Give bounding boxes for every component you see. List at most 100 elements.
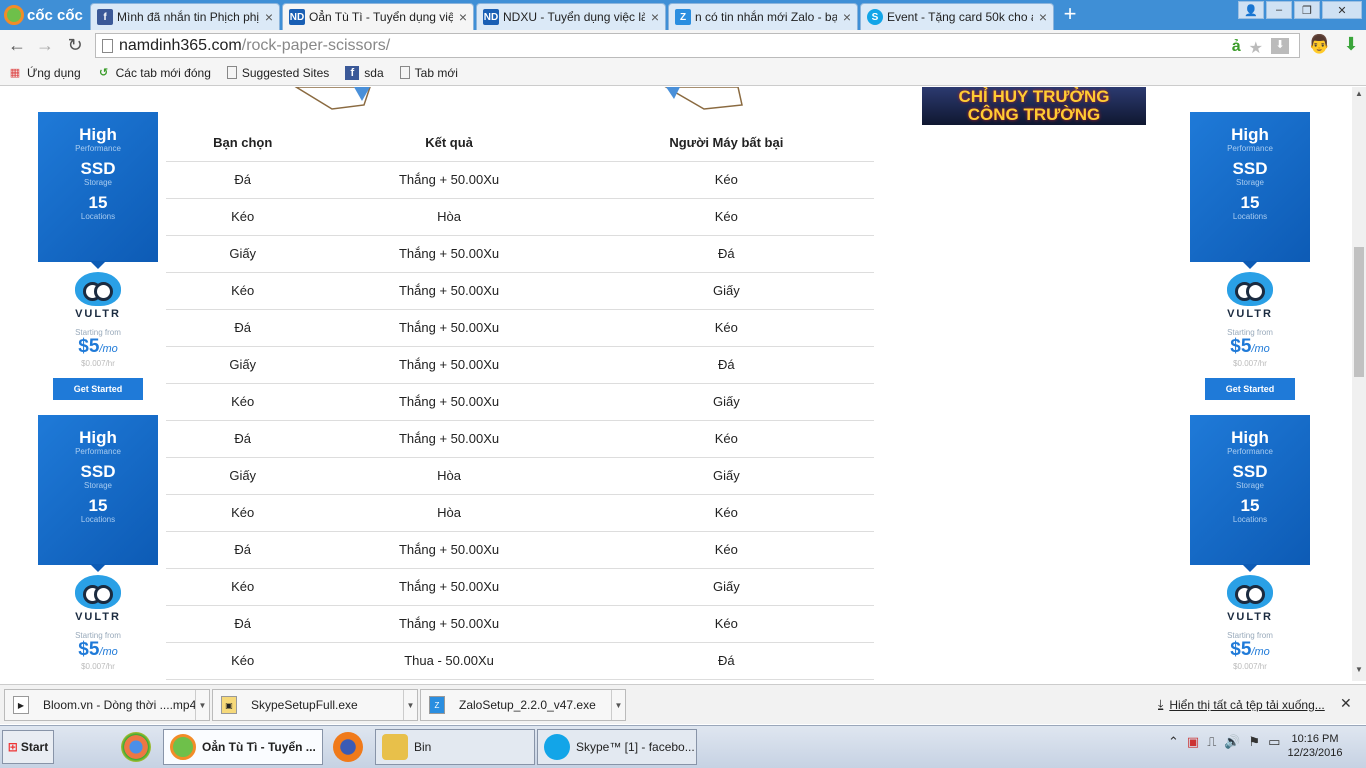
- start-button[interactable]: ⊞ Start: [2, 730, 54, 764]
- translate-icon[interactable]: ả: [1232, 38, 1241, 58]
- show-hidden-icons-icon[interactable]: ⌃: [1168, 734, 1179, 750]
- close-icon[interactable]: ×: [651, 9, 659, 25]
- antivirus-icon[interactable]: ▣: [1187, 734, 1199, 750]
- show-all-downloads-link[interactable]: ⤓ Hiển thị tất cả tệp tải xuống...: [1158, 697, 1325, 712]
- ad-price: $5: [78, 336, 100, 357]
- scroll-thumb[interactable]: [1354, 247, 1364, 377]
- chevron-down-icon[interactable]: ▼: [611, 690, 625, 720]
- download-page-icon[interactable]: ⬇: [1271, 38, 1289, 54]
- cell-result: Thua - 50.00Xu: [319, 642, 579, 680]
- page-icon: [226, 66, 237, 79]
- tab-facebook[interactable]: f Mình đã nhắn tin Phịch phịch ×: [90, 3, 280, 30]
- address-input[interactable]: namdinh365.com/rock-paper-scissors/ ả ★ …: [95, 33, 1300, 58]
- vultr-ad-left-1[interactable]: High Performance SSD Storage 15 Location…: [38, 112, 158, 415]
- ad-ssd: SSD: [1232, 159, 1268, 178]
- ad-locations: Locations: [80, 212, 116, 221]
- taskbar-item-skype[interactable]: Skype™ [1] - facebo...: [537, 729, 697, 765]
- tab-label: Oẳn Tù Tì - Tuyển dụng việc l: [309, 10, 453, 24]
- bookmark-sda[interactable]: f sda: [345, 65, 384, 80]
- ad-high: High: [1231, 125, 1269, 144]
- back-button[interactable]: ←: [6, 35, 28, 55]
- ad-storage: Storage: [1235, 178, 1265, 187]
- tab-event[interactable]: S Event - Tặng card 50k cho ai ×: [860, 3, 1054, 30]
- scroll-up-arrow[interactable]: ▲: [1352, 89, 1366, 103]
- chrome-icon[interactable]: [121, 732, 151, 762]
- scroll-down-arrow[interactable]: ▼: [1352, 665, 1366, 679]
- tab-zalo[interactable]: Z n có tin nhắn mới Zalo - bạ ×: [668, 3, 858, 30]
- chevron-down-icon[interactable]: ▼: [403, 690, 417, 720]
- get-started-button[interactable]: Get Started: [1205, 378, 1295, 400]
- download-item-zalo[interactable]: Z ZaloSetup_2.2.0_v47.exe ▼: [420, 689, 626, 721]
- zalo-icon: Z: [429, 696, 445, 714]
- tab-ndxu[interactable]: ND NDXU - Tuyển dụng việc làm y ×: [476, 3, 666, 30]
- cell-your-choice: Kéo: [166, 642, 320, 680]
- nd-icon: ND: [483, 9, 499, 25]
- vultr-ad-right-2[interactable]: High Performance SSD Storage 15 Location…: [1190, 415, 1310, 681]
- ad-count: 15: [1240, 193, 1260, 212]
- minimize-button[interactable]: –: [1266, 1, 1292, 19]
- clock[interactable]: 10:16 PM 12/23/2016: [1285, 732, 1345, 760]
- close-icon[interactable]: ×: [843, 9, 851, 25]
- ad-per: /mo: [1251, 646, 1270, 658]
- coccoc-icon: [170, 734, 196, 760]
- ad-body: VULTR Starting from $5/mo $0.007/hr Get …: [1190, 262, 1310, 415]
- taskbar-label: Bin: [414, 740, 432, 754]
- reload-button[interactable]: ↻: [64, 35, 86, 55]
- volume-icon[interactable]: 🔊: [1224, 734, 1240, 750]
- forward-button[interactable]: →: [34, 35, 56, 55]
- show-all-label: Hiển thị tất cả tệp tải xuống...: [1169, 697, 1325, 712]
- column-header-result: Kết quả: [319, 125, 579, 162]
- get-started-button[interactable]: Get Started: [53, 378, 143, 400]
- taskbar-item-bin[interactable]: Bin: [375, 729, 535, 765]
- download-icon[interactable]: ⬇: [1340, 34, 1362, 56]
- cell-your-choice: Kéo: [166, 568, 320, 606]
- bookmark-closed-tabs[interactable]: ↺ Các tab mới đóng: [97, 66, 211, 80]
- ad-price: $5: [1230, 336, 1252, 357]
- download-item-skype[interactable]: ▣ SkypeSetupFull.exe ▼: [212, 689, 418, 721]
- restore-button[interactable]: ❐: [1294, 1, 1320, 19]
- cell-result: Thắng + 50.00Xu: [319, 383, 579, 421]
- tab-rock-paper-scissors[interactable]: ND Oẳn Tù Tì - Tuyển dụng việc l ×: [282, 3, 474, 30]
- cell-your-choice: Đá: [166, 161, 320, 199]
- table-row: Kéo Thắng + 50.00Xu Giấy: [166, 383, 874, 421]
- profile-icon[interactable]: 👤: [1238, 1, 1264, 19]
- close-icon[interactable]: ×: [459, 9, 467, 25]
- cell-robot-choice: Giấy: [578, 272, 874, 310]
- bookmark-new-tab[interactable]: Tab mới: [399, 66, 458, 80]
- download-arrow-icon: ⤓: [1158, 697, 1164, 711]
- cell-result: Thắng + 50.00Xu: [319, 531, 579, 569]
- cell-result: Thắng + 50.00Xu: [319, 346, 579, 384]
- display-icon[interactable]: ▭: [1268, 734, 1280, 750]
- windows-taskbar: ⊞ Start Oẳn Tù Tì - Tuyển ... Bin Skype™…: [0, 725, 1366, 768]
- flag-icon[interactable]: ⚑: [1249, 734, 1261, 750]
- bookmark-apps[interactable]: ▦ Ứng dụng: [8, 66, 81, 80]
- bookmark-suggested-sites[interactable]: Suggested Sites: [226, 66, 329, 80]
- cell-result: Thắng + 50.00Xu: [319, 235, 579, 273]
- vultr-ad-right-1[interactable]: High Performance SSD Storage 15 Location…: [1190, 112, 1310, 415]
- vultr-owl-icon: [75, 272, 121, 306]
- table-row: Đá Thắng + 50.00Xu Kéo: [166, 420, 874, 458]
- cell-robot-choice: Giấy: [578, 383, 874, 421]
- network-icon[interactable]: ⎍: [1207, 734, 1216, 750]
- table-row: Kéo Thắng + 50.00Xu Giấy: [166, 568, 874, 606]
- system-tray: ⌃ ▣ ⎍ 🔊 ⚑ ▭: [1168, 734, 1280, 750]
- close-icon[interactable]: ×: [1039, 9, 1047, 25]
- bookmark-label: Ứng dụng: [27, 65, 81, 80]
- new-tab-button[interactable]: +: [1058, 3, 1082, 26]
- vertical-scrollbar[interactable]: ▲ ▼: [1352, 87, 1366, 681]
- chevron-down-icon[interactable]: ▼: [195, 690, 209, 720]
- close-shelf-button[interactable]: ✕: [1340, 695, 1352, 712]
- bookmarks-bar: ▦ Ứng dụng ↺ Các tab mới đóng Suggested …: [0, 60, 1366, 86]
- coccoc-logo[interactable]: cốc cốc: [0, 0, 88, 30]
- game-banner-ad[interactable]: CHỈ HUY TRƯỞNG CÔNG TRƯỜNG: [922, 87, 1146, 125]
- firefox-icon[interactable]: [333, 732, 363, 762]
- star-icon[interactable]: ★: [1249, 38, 1263, 58]
- vultr-ad-left-2[interactable]: High Performance SSD Storage 15 Location…: [38, 415, 158, 681]
- close-window-button[interactable]: ✕: [1322, 1, 1362, 19]
- close-icon[interactable]: ×: [265, 9, 273, 25]
- download-item-bloom[interactable]: ▶ Bloom.vn - Dòng thời ....mp4 ▼: [4, 689, 210, 721]
- taskbar-item-coccoc[interactable]: Oẳn Tù Tì - Tuyển ...: [163, 729, 323, 765]
- extension-avatar-icon[interactable]: 👨: [1308, 34, 1330, 56]
- cell-result: Thắng + 50.00Xu: [319, 420, 579, 458]
- ad-storage: Storage: [1235, 481, 1265, 490]
